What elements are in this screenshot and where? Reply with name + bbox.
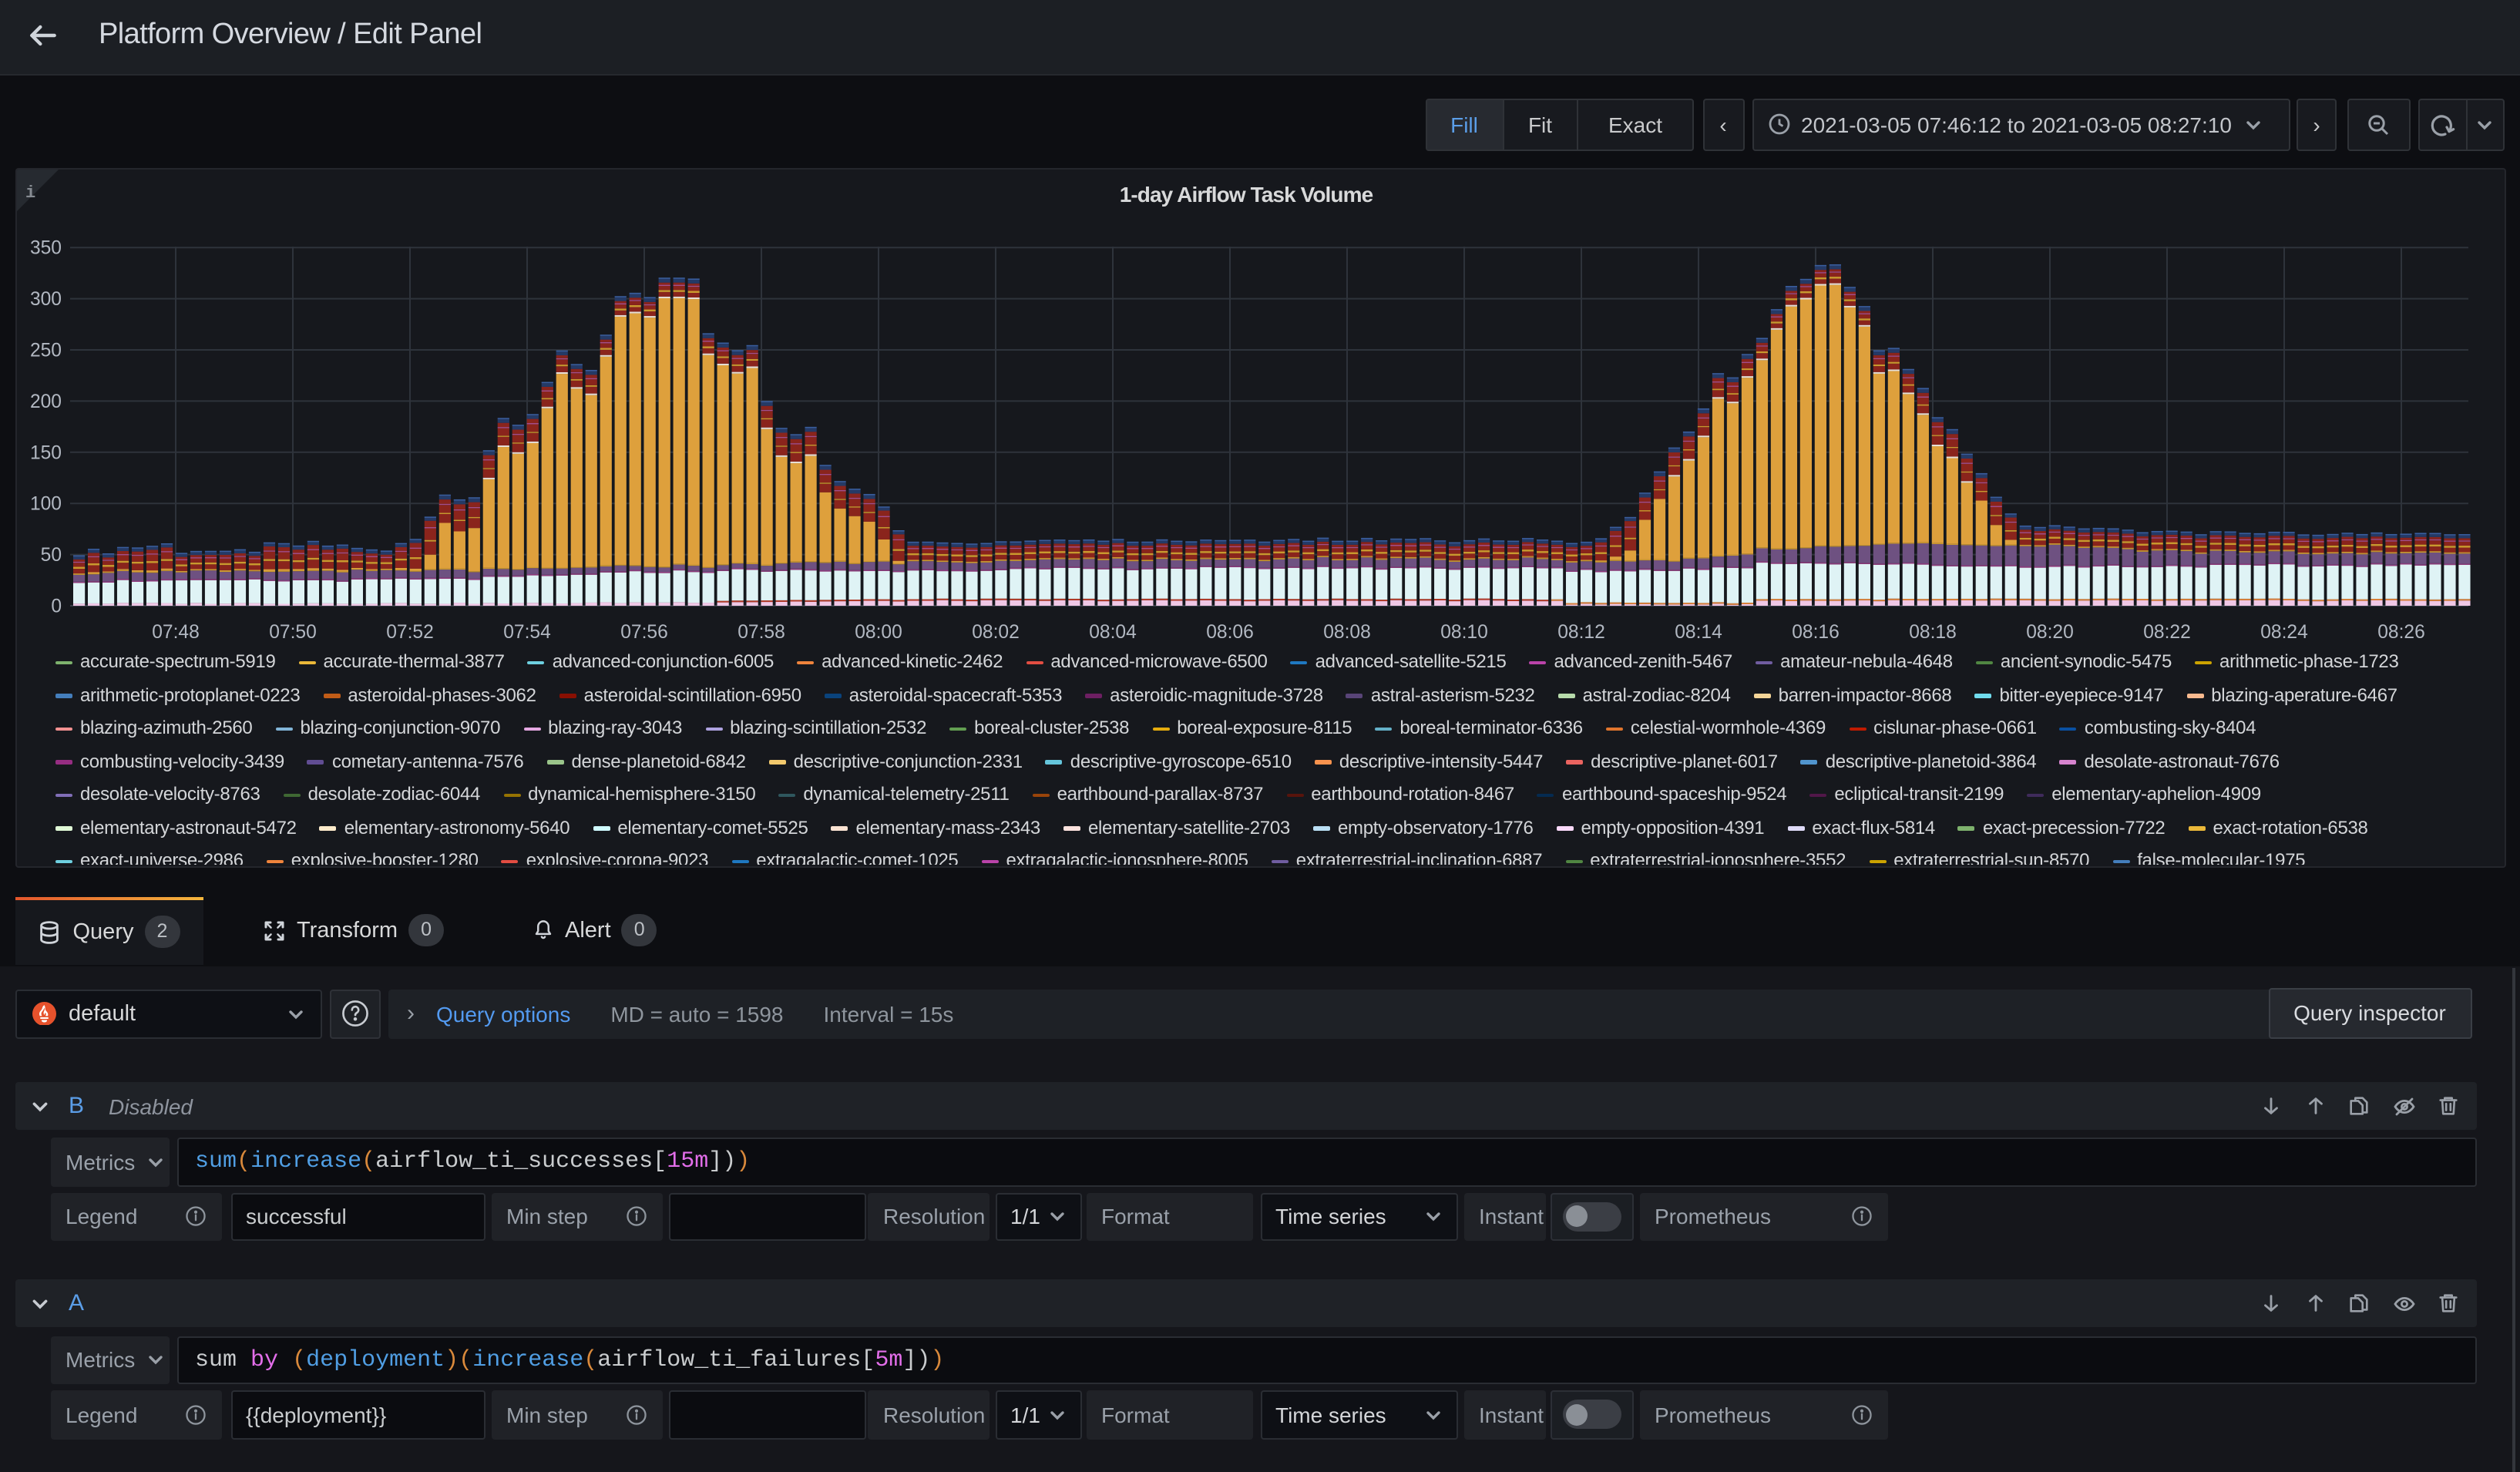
svg-text:300: 300 [29,288,61,309]
svg-text:08:00: 08:00 [854,621,902,642]
svg-text:200: 200 [29,391,61,412]
svg-text:08:24: 08:24 [2260,621,2307,642]
svg-text:250: 250 [29,340,61,361]
svg-text:08:22: 08:22 [2142,621,2190,642]
svg-text:08:02: 08:02 [971,621,1019,642]
svg-text:07:50: 07:50 [268,621,316,642]
svg-text:08:20: 08:20 [2025,621,2073,642]
svg-text:08:12: 08:12 [1557,621,1604,642]
svg-text:07:48: 07:48 [151,621,199,642]
svg-text:08:18: 08:18 [1908,621,1956,642]
svg-text:07:54: 07:54 [502,621,550,642]
svg-text:07:52: 07:52 [385,621,433,642]
svg-text:0: 0 [50,596,61,617]
svg-text:08:14: 08:14 [1674,621,1722,642]
svg-text:08:26: 08:26 [2377,621,2424,642]
svg-text:50: 50 [40,544,61,565]
svg-text:08:16: 08:16 [1791,621,1839,642]
svg-text:07:58: 07:58 [737,621,785,642]
svg-text:150: 150 [29,442,61,462]
svg-text:350: 350 [29,237,61,258]
svg-text:08:10: 08:10 [1440,621,1487,642]
svg-text:08:06: 08:06 [1205,621,1253,642]
svg-text:100: 100 [29,493,61,514]
svg-text:07:56: 07:56 [620,621,667,642]
svg-text:08:08: 08:08 [1322,621,1370,642]
svg-text:08:04: 08:04 [1088,621,1136,642]
